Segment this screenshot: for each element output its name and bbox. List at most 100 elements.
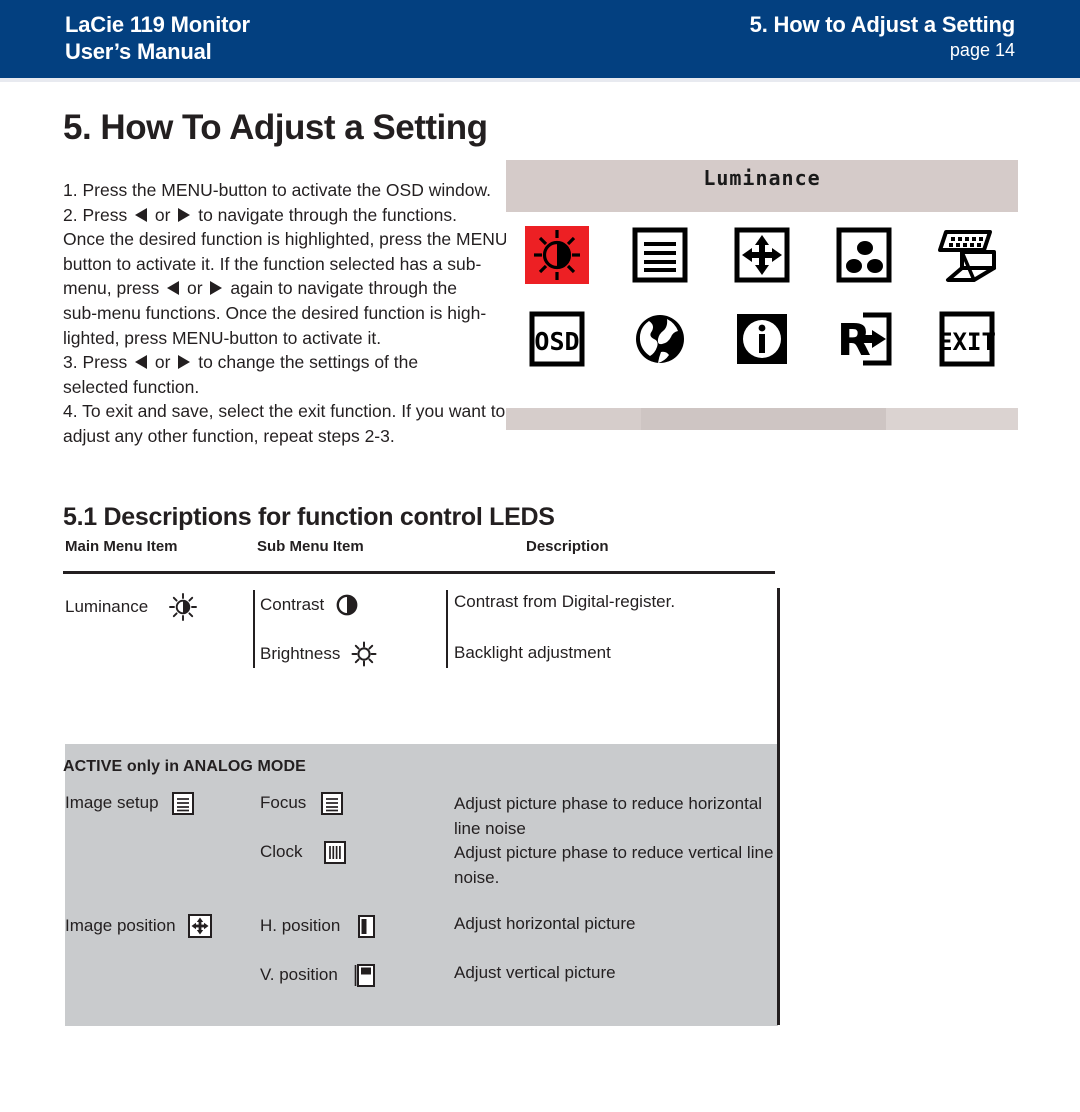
sub-menu-item: Focus	[260, 790, 344, 816]
product-title: LaCie 119 Monitor	[65, 12, 250, 37]
luminance-icon	[525, 226, 590, 284]
instruction-line: adjust any other function, repeat steps …	[63, 424, 515, 449]
lines-box-icon	[171, 792, 194, 815]
manual-subtitle: User’s Manual	[65, 39, 212, 64]
sub-menu-item: H. position	[260, 913, 378, 939]
sub-menu-label: Focus	[260, 793, 307, 812]
osd-icon-row: OSD R EXIT	[506, 308, 1018, 370]
instruction-text: lighted, press MENU-button to activate i…	[63, 327, 382, 348]
instruction-line: button to activate it. If the function s…	[63, 252, 515, 277]
left-arrow-icon	[167, 281, 180, 296]
osd-item-image-position[interactable]	[711, 224, 813, 286]
instruction-text: sub-menu functions. Once the desired fun…	[63, 302, 487, 323]
half-circle-icon	[336, 594, 358, 616]
description-cell: Contrast from Digital-register.	[454, 592, 675, 612]
instructions-block: 1. Press the MENU-button to activate the…	[63, 178, 515, 449]
osd-item-osd-setup[interactable]: OSD	[506, 308, 608, 370]
osd-panel: Luminance OSD R EXIT	[506, 160, 1018, 432]
instruction-line: 1. Press the MENU-button to activate the…	[63, 178, 515, 203]
header-right-block: 5. How to Adjust a Setting page 14	[749, 12, 1016, 62]
osd-setup-icon: OSD	[529, 311, 585, 367]
instruction-line: menu, press or again to navigate through…	[63, 278, 458, 299]
osd-title: Luminance	[703, 166, 821, 190]
description-text: Adjust picture phase to reduce horizonta…	[454, 794, 763, 838]
image-setup-icon	[632, 227, 688, 283]
right-arrow-icon	[178, 207, 191, 222]
vertical-bars-box-icon	[323, 841, 346, 864]
sub-menu-item: V. position	[260, 962, 378, 988]
instruction-text: 1. Press the MENU-button to activate the…	[63, 180, 491, 200]
instruction-line: lighted, press MENU-button to activate i…	[63, 326, 515, 351]
osd-bottom-segment	[641, 408, 886, 430]
description-cell: Backlight adjustment	[454, 643, 611, 663]
table-header-rule	[63, 571, 775, 574]
section-title: 5.1 Descriptions for function control LE…	[63, 503, 555, 531]
description-cell: Adjust picture phase to reduce vertical …	[454, 840, 794, 890]
main-menu-label: Image setup	[65, 793, 159, 812]
sub-menu-item: Clock	[260, 839, 347, 865]
osd-item-exit[interactable]: EXIT	[916, 308, 1018, 370]
description-text: Adjust vertical picture	[454, 963, 616, 982]
description-cell: Adjust horizontal picture	[454, 914, 635, 934]
svg-text:OSD: OSD	[535, 327, 580, 356]
description-cell: Adjust picture phase to reduce horizonta…	[454, 791, 784, 841]
main-menu-label: Luminance	[65, 597, 149, 616]
sub-menu-item: Contrast	[260, 592, 358, 618]
table-row: Luminance	[65, 592, 198, 622]
sub-menu-label: Contrast	[260, 595, 325, 614]
description-column-divider	[446, 590, 448, 668]
reset-icon: R	[837, 312, 892, 366]
description-text: Contrast from Digital-register.	[454, 592, 676, 611]
image-position-icon	[734, 227, 790, 283]
description-cell: Adjust vertical picture	[454, 963, 616, 983]
left-arrow-icon	[135, 355, 148, 370]
sub-menu-item: Brightness	[260, 641, 377, 667]
right-arrow-icon	[210, 281, 223, 296]
instruction-line: Once the desired function is highlighted…	[63, 227, 515, 252]
right-arrow-icon	[178, 355, 191, 370]
information-icon	[736, 314, 787, 364]
header-section-title: 5. How to Adjust a Setting	[749, 12, 1016, 37]
language-globe-icon	[635, 315, 684, 363]
table-column-headers: Main Menu Item Sub Menu Item Description	[63, 538, 778, 562]
color-temperature-icon	[836, 227, 892, 283]
osd-bottom-segment	[506, 408, 641, 430]
instruction-text: button to activate it. If the function s…	[63, 253, 482, 274]
main-menu-label: Image position	[65, 916, 176, 935]
osd-item-input-signal[interactable]	[916, 224, 1018, 286]
lines-box-icon	[321, 792, 344, 815]
osd-item-luminance[interactable]	[506, 224, 608, 286]
osd-item-reset[interactable]: R	[813, 308, 915, 370]
osd-item-information[interactable]	[711, 308, 813, 370]
v-position-icon	[354, 964, 375, 987]
instruction-line: 2. Press or to navigate through the func…	[63, 204, 458, 225]
table-row: Image position	[65, 913, 213, 939]
input-signal-icon	[937, 230, 996, 282]
sub-column-divider	[253, 590, 255, 668]
exit-icon: EXIT	[938, 311, 996, 367]
sun-icon	[351, 641, 377, 667]
instruction-line: selected function.	[63, 375, 515, 400]
table-row: Image setup	[65, 790, 195, 816]
osd-item-image-setup[interactable]	[608, 224, 710, 286]
instruction-line: sub-menu functions. Once the desired fun…	[63, 301, 515, 326]
instruction-text: selected function.	[63, 376, 200, 397]
description-text: Backlight adjustment	[454, 643, 611, 662]
move-arrows-box-icon	[187, 914, 212, 938]
instruction-text: Once the desired function is highlighted…	[63, 229, 514, 250]
osd-icon-grid: OSD R EXIT	[506, 218, 1018, 400]
svg-text:EXIT: EXIT	[938, 328, 996, 356]
sun-contrast-icon	[169, 593, 198, 621]
analog-mode-note: ACTIVE only in ANALOG MODE	[63, 758, 306, 775]
left-arrow-icon	[135, 207, 148, 222]
osd-item-language[interactable]	[608, 308, 710, 370]
page-number: page 14	[949, 40, 1015, 60]
description-text: Adjust picture phase to reduce vertical …	[454, 843, 774, 887]
osd-item-color-temperature[interactable]	[813, 224, 915, 286]
instruction-text: adjust any other function, repeat steps …	[63, 425, 395, 446]
page-title: 5. How To Adjust a Setting	[63, 108, 488, 147]
column-header-main: Main Menu Item	[65, 538, 178, 555]
sub-menu-label: V. position	[260, 965, 338, 984]
instruction-text: 4. To exit and save, select the exit fun…	[63, 401, 506, 422]
instruction-line: 3. Press or to change the settings of th…	[63, 352, 419, 373]
